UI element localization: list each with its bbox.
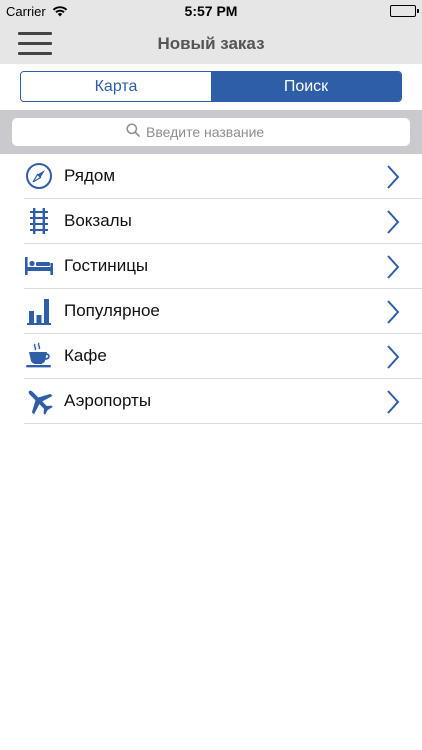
list-item-airports[interactable]: Аэропорты xyxy=(24,379,422,424)
battery-icon xyxy=(390,5,419,17)
compass-icon xyxy=(24,161,54,191)
list-item-label: Аэропорты xyxy=(64,391,152,410)
list-item-label: Кафе xyxy=(64,346,107,365)
list-item-label: Рядом xyxy=(64,166,116,185)
chevron-right-icon xyxy=(386,345,400,374)
status-bar: Carrier 5:57 PM xyxy=(0,0,422,24)
list-item-label: Вокзалы xyxy=(64,211,132,230)
chevron-right-icon xyxy=(386,210,400,239)
category-list: Рядом Вокзалы Гостиницы Популярное Кафе … xyxy=(24,154,422,424)
list-item-popular[interactable]: Популярное xyxy=(24,289,422,334)
bed-icon xyxy=(24,251,54,281)
bar-chart-icon xyxy=(24,296,54,326)
page-title: Новый заказ xyxy=(157,34,265,53)
list-item-label: Популярное xyxy=(64,301,160,320)
list-item-stations[interactable]: Вокзалы xyxy=(24,199,422,244)
search-input[interactable] xyxy=(146,124,296,140)
search-bar xyxy=(0,110,422,154)
list-item-hotels[interactable]: Гостиницы xyxy=(24,244,422,289)
tab-map[interactable]: Карта xyxy=(21,72,211,101)
coffee-cup-icon xyxy=(24,341,54,371)
segment-area: Карта Поиск xyxy=(0,64,422,110)
chevron-right-icon xyxy=(386,300,400,329)
segmented-control: Карта Поиск xyxy=(20,71,402,102)
chevron-right-icon xyxy=(386,165,400,194)
chevron-right-icon xyxy=(386,390,400,419)
navigation-bar: Новый заказ xyxy=(0,24,422,64)
search-icon xyxy=(126,122,140,142)
tab-search[interactable]: Поиск xyxy=(211,72,401,101)
search-field[interactable] xyxy=(12,118,410,146)
list-item-label: Гостиницы xyxy=(64,256,149,275)
railway-icon xyxy=(24,206,54,236)
chevron-right-icon xyxy=(386,255,400,284)
list-item-cafe[interactable]: Кафе xyxy=(24,334,422,379)
clock-time: 5:57 PM xyxy=(184,3,238,19)
airplane-icon xyxy=(24,386,54,416)
list-item-nearby[interactable]: Рядом xyxy=(24,154,422,199)
